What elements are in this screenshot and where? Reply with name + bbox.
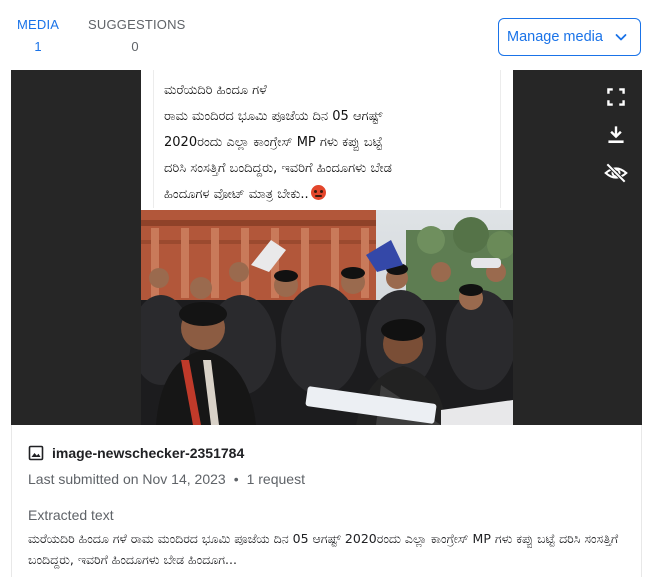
manage-media-button[interactable]: Manage media — [498, 18, 641, 56]
media-viewer: ಮರೆಯದಿರಿ ಹಿಂದೂ ಗಳೆ ರಾಮ ಮಂದಿರದ ಭೂಮಿ ಪೂಜೆಯ… — [11, 70, 642, 425]
caption-line: ರಾಮ ಮಂದಿರದ ಭೂಮಿ ಪೂಜೆಯ ದಿನ 05 ಆಗಷ್ಟ್ — [164, 109, 383, 124]
image-caption: ಮರೆಯದಿರಿ ಹಿಂದೂ ಗಳೆ ರಾಮ ಮಂದಿರದ ಭೂಮಿ ಪೂಜೆಯ… — [153, 70, 501, 208]
download-button[interactable] — [603, 122, 629, 148]
caption-line: ಮರೆಯದಿರಿ ಹಿಂದೂ ಗಳೆ — [164, 83, 267, 98]
angry-face-emoji — [310, 185, 326, 200]
protest-photo — [141, 210, 513, 425]
fullscreen-button[interactable] — [603, 84, 629, 110]
tab-media-label: MEDIA — [17, 17, 60, 32]
file-name: image-newschecker-2351784 — [52, 445, 245, 461]
fullscreen-icon — [607, 88, 625, 106]
chevron-down-icon — [615, 34, 627, 41]
caption-line: ದರಿಸಿ ಸಂಸತ್ತಿಗೆ ಬಂದಿದ್ದರು, ಇವರಿಗೆ ಹಿಂದೂಗ… — [164, 161, 392, 176]
last-submitted: Last submitted on Nov 14, 2023 — [28, 471, 226, 487]
download-icon — [608, 126, 624, 144]
tab-suggestions-count: 0 — [131, 39, 139, 54]
tab-media-count: 1 — [34, 39, 42, 54]
caption-line: 2020ರಂದು ಎಲ್ಲಾ ಕಾಂಗ್ರೇಸ್ MP ಗಳು ಕಪ್ಪು ಬಟ… — [164, 135, 383, 150]
manage-media-label: Manage media — [507, 29, 603, 45]
media-tabs: MEDIA 1 SUGGESTIONS 0 — [0, 0, 300, 62]
caption-line: ಹಿಂದೂಗಳ ವೋಟ್ ಮಾತ್ರ ಬೇಕು.. — [164, 187, 309, 202]
tab-suggestions[interactable]: SUGGESTIONS 0 — [88, 17, 186, 54]
extracted-text-label: Extracted text — [28, 507, 114, 523]
visibility-off-icon — [604, 163, 628, 183]
hide-media-button[interactable] — [603, 160, 629, 186]
file-name-row: image-newschecker-2351784 — [28, 445, 244, 461]
extracted-text: ಮರೆಯದಿರಿ ಹಿಂದೂ ಗಳೆ ರಾಮ ಮಂದಿರದ ಭೂಮಿ ಪೂಜೆಯ… — [28, 531, 619, 567]
submission-meta: Last submitted on Nov 14, 2023 • 1 request — [28, 471, 305, 487]
caption-line-last: ಹಿಂದೂಗಳ ವೋಟ್ ಮಾತ್ರ ಬೇಕು.. — [164, 182, 492, 208]
request-count: 1 request — [246, 471, 305, 487]
image-icon — [28, 445, 44, 461]
media-image[interactable]: ಮರೆಯದಿರಿ ಹಿಂದೂ ಗಳೆ ರಾಮ ಮಂದಿರದ ಭೂಮಿ ಪೂಜೆಯ… — [141, 70, 513, 425]
tab-suggestions-label: SUGGESTIONS — [88, 17, 186, 32]
media-item-details: image-newschecker-2351784 Last submitted… — [11, 425, 642, 577]
tab-media[interactable]: MEDIA 1 — [17, 17, 59, 54]
meta-separator: • — [233, 471, 239, 487]
